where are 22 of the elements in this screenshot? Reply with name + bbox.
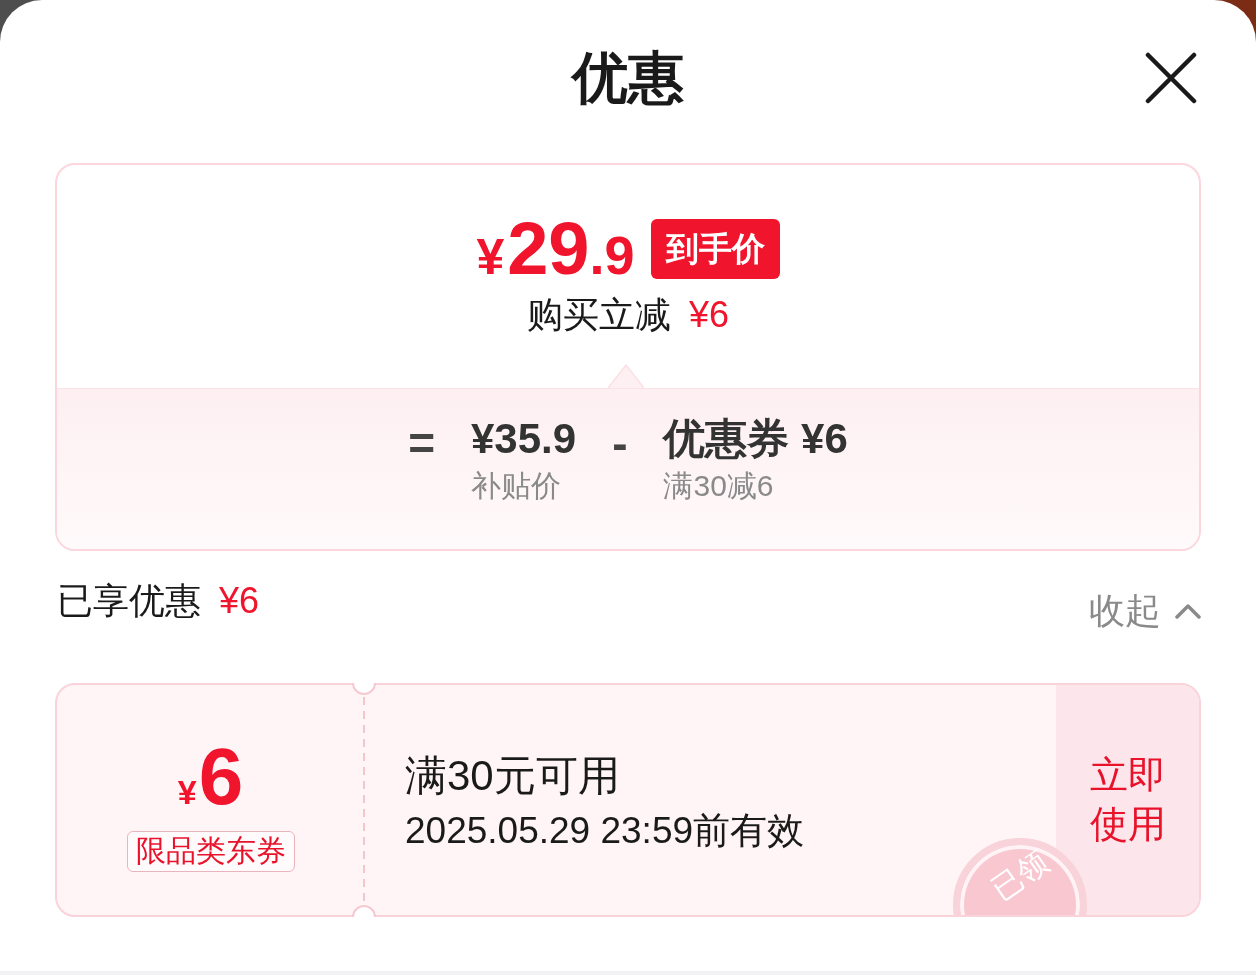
close-icon [1145,52,1197,104]
savings-label: 已享优惠 [57,579,201,623]
reduction-amount: ¥6 [688,293,729,337]
minus-sign: - [612,417,628,469]
final-price: ¥29.9 [476,212,635,286]
claimed-stamp: 已领 [953,838,1087,915]
close-button[interactable] [1145,52,1197,104]
collapse-toggle[interactable]: 收起 [1089,589,1201,633]
coupon-scope-tag: 限品类东券 [126,830,295,872]
coupon-value: ¥6 [177,736,244,817]
coupon-condition: 满30元可用 [405,750,621,801]
breakdown-label: 补贴价 [471,468,561,504]
savings-amount: ¥6 [219,579,260,623]
breakdown-label: 满30减6 [663,468,774,504]
breakdown-amount: ¥35.9 [471,414,577,464]
use-now-button[interactable]: 立即使用 [1056,685,1199,915]
coupon-validity: 2025.05.29 23:59前有效 [405,809,806,854]
breakdown-amount: 优惠券 ¥6 [663,414,848,464]
reduction-label: 购买立减 [526,293,671,337]
final-price-badge: 到手价 [650,219,780,279]
equals-sign: = [408,417,435,469]
sheet-title: 优惠 [572,45,684,112]
